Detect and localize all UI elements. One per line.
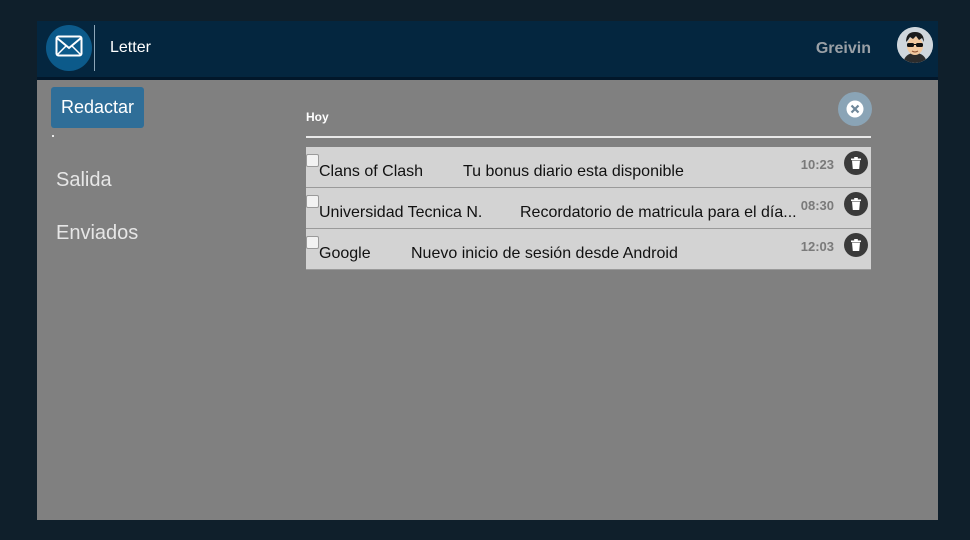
- message-row[interactable]: Google Nuevo inicio de sesión desde Andr…: [306, 229, 871, 270]
- message-subject: Tu bonus diario esta disponible: [463, 163, 684, 180]
- mail-app: Letter Greivin Redactar Salida Enviados …: [37, 21, 938, 520]
- user-avatar-icon: [897, 27, 933, 63]
- row-checkbox[interactable]: [306, 195, 319, 208]
- message-time: 08:30: [800, 198, 834, 213]
- message-sender: Universidad Tecnica N.: [319, 204, 483, 221]
- user-name[interactable]: Greivin: [816, 40, 871, 58]
- delete-button[interactable]: [844, 151, 868, 175]
- delete-button[interactable]: [844, 192, 868, 216]
- section-heading: Hoy: [306, 110, 329, 124]
- trash-icon: [851, 239, 861, 251]
- close-button[interactable]: [838, 92, 872, 126]
- sidebar-item-salida[interactable]: Salida: [56, 169, 112, 192]
- top-bar: Letter Greivin: [37, 21, 938, 80]
- separator-dot: [52, 135, 54, 137]
- message-time: 10:23: [800, 157, 834, 172]
- message-row[interactable]: Universidad Tecnica N. Recordatorio de m…: [306, 188, 871, 229]
- header-divider: [94, 25, 95, 71]
- message-sender: Google: [319, 245, 371, 262]
- trash-icon: [851, 157, 861, 169]
- compose-button[interactable]: Redactar: [51, 87, 144, 128]
- sidebar-item-enviados[interactable]: Enviados: [56, 222, 138, 245]
- close-icon: [846, 100, 864, 118]
- app-title: Letter: [110, 39, 151, 56]
- trash-icon: [851, 198, 861, 210]
- message-row[interactable]: Clans of Clash Tu bonus diario esta disp…: [306, 147, 871, 188]
- row-checkbox[interactable]: [306, 154, 319, 167]
- message-list: Clans of Clash Tu bonus diario esta disp…: [306, 147, 871, 270]
- avatar[interactable]: [897, 27, 933, 63]
- message-subject: Recordatorio de matricula para el día...: [520, 204, 797, 221]
- delete-button[interactable]: [844, 233, 868, 257]
- message-time: 12:03: [800, 239, 834, 254]
- message-sender: Clans of Clash: [319, 163, 424, 180]
- envelope-icon: [55, 35, 83, 62]
- message-subject: Nuevo inicio de sesión desde Android: [411, 245, 678, 262]
- row-checkbox[interactable]: [306, 236, 319, 249]
- logo[interactable]: [46, 25, 92, 71]
- section-divider: [306, 136, 871, 138]
